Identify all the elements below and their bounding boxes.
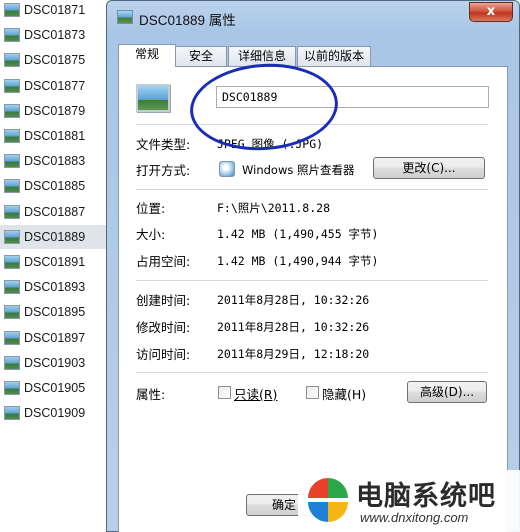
explorer-file-list: DSC01871 DSC01873 DSC01875 DSC01877 DSC01879… [0,0,110,532]
file-name: DSC01891 [24,255,86,269]
file-name: DSC01895 [24,305,86,320]
image-file-icon [4,255,20,269]
list-item[interactable]: DSC01881 [0,124,106,148]
image-file-icon [4,330,20,345]
open-with-value: Windows 照片查看器 [242,163,355,177]
file-name: DSC01873 [24,28,86,43]
list-item[interactable]: DSC01873 [0,23,106,47]
file-name: DSC01903 [24,355,86,370]
file-name: DSC01877 [24,78,86,93]
list-item[interactable]: DSC01891 [0,250,106,274]
list-item[interactable]: DSC01871 [0,0,106,22]
image-file-icon [117,10,133,24]
list-item[interactable]: DSC01893 [0,275,106,299]
file-name: DSC01883 [24,154,86,169]
list-item[interactable]: DSC01887 [0,200,106,224]
size-value: 1.42 MB (1,490,455 字节) [217,227,379,241]
created-label: 创建时间: [136,293,191,308]
location-label: 位置: [136,201,166,216]
size-label: 大小: [136,227,166,242]
list-item[interactable]: DSC01875 [0,48,106,72]
file-name: DSC01881 [24,129,86,143]
list-item[interactable]: DSC01879 [0,99,106,123]
location-value: F:\照片\2011.8.28 [217,201,331,215]
photo-viewer-icon [219,161,235,177]
file-name: DSC01909 [24,406,86,421]
file-name: DSC01889 [24,229,86,244]
readonly-checkbox[interactable] [218,386,231,399]
image-file-icon [4,28,20,43]
open-with-label: 打开方式: [136,163,191,178]
watermark-title: 电脑系统吧 [356,481,496,512]
image-file-icon [4,154,20,169]
image-file-icon [4,179,20,194]
dialog-title: DSC01889 属性 [139,13,236,28]
list-item[interactable]: DSC01897 [0,326,106,350]
accessed-label: 访问时间: [136,347,191,362]
image-file-icon [4,229,20,244]
image-file-icon [4,381,20,395]
watermark-url: www.dnxitong.com [360,510,469,525]
file-name: DSC01887 [24,204,86,219]
accessed-value: 2011年8月29日, 12:18:20 [217,347,370,361]
watermark: 电脑系统吧 www.dnxitong.com [298,470,520,532]
image-file-icon [4,406,20,421]
close-button[interactable]: x [469,2,513,22]
readonly-label[interactable]: 只读(R) [234,384,277,403]
tab-general[interactable]: 常规 [118,44,176,67]
list-item[interactable]: DSC01889 [0,224,106,249]
divider [136,372,488,373]
title-bar[interactable]: DSC01889 属性 x [107,1,519,35]
tab-security[interactable]: 安全 [175,46,227,66]
tab-previous-versions[interactable]: 以前的版本 [297,46,371,66]
image-file-icon [4,129,20,143]
list-item[interactable]: DSC01903 [0,351,106,375]
image-file-icon [4,305,20,320]
list-item[interactable]: DSC01895 [0,300,106,324]
image-file-icon [4,103,20,118]
file-name: DSC01885 [24,179,86,194]
list-item[interactable]: DSC01905 [0,376,106,400]
file-name: DSC01893 [24,280,86,295]
hidden-label[interactable]: 隐藏(H) [322,384,366,403]
file-name: DSC01879 [24,103,86,118]
list-item[interactable]: DSC01885 [0,174,106,198]
image-file-icon [4,3,20,17]
attributes-label: 属性: [136,387,166,402]
image-file-icon [4,53,20,68]
file-name: DSC01897 [24,330,86,345]
created-value: 2011年8月28日, 10:32:26 [217,293,370,307]
divider [136,280,488,281]
image-file-icon [4,355,20,370]
size-on-disk-value: 1.42 MB (1,490,944 字节) [217,254,379,268]
image-file-icon [4,204,20,219]
list-item[interactable]: DSC01883 [0,149,106,173]
modified-label: 修改时间: [136,320,191,335]
hidden-checkbox[interactable] [306,386,319,399]
large-image-icon [136,84,170,112]
list-item[interactable]: DSC01909 [0,401,106,425]
change-button[interactable]: 更改(C)... [373,157,485,179]
file-name: DSC01905 [24,381,86,395]
size-on-disk-label: 占用空间: [136,254,191,269]
image-file-icon [4,78,20,93]
image-file-icon [4,280,20,295]
file-name: DSC01875 [24,53,86,68]
windows-logo-icon [308,478,348,522]
advanced-button[interactable]: 高级(D)... [407,381,487,403]
modified-value: 2011年8月28日, 10:32:26 [217,320,370,334]
list-item[interactable]: DSC01877 [0,74,106,98]
divider [136,189,488,190]
file-name: DSC01871 [24,3,86,17]
file-type-label: 文件类型: [136,137,191,152]
